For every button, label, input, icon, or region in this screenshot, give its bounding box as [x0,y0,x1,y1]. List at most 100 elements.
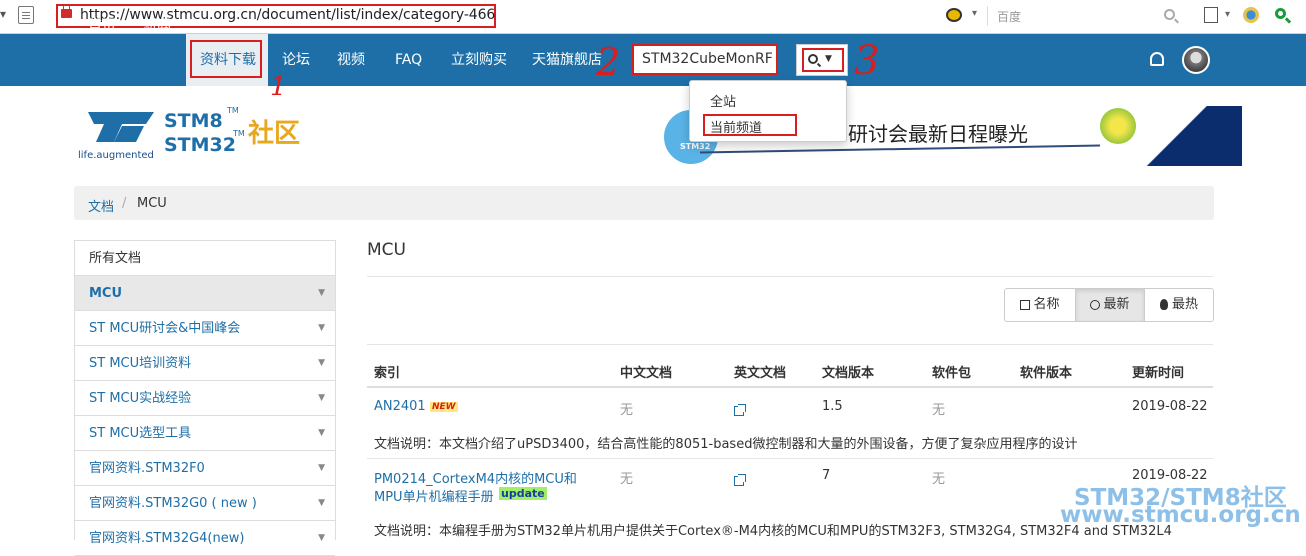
column-header-zh-doc: 中文文档 [620,366,673,381]
sort-label: 最新 [1103,297,1130,312]
caret-down-icon: ▼ [318,323,325,333]
breadcrumb [74,186,1214,220]
sidebar-item-label: ST MCU培训资料 [89,356,192,371]
watermark-line2: www.stmcu.org.cn [1060,502,1301,528]
sort-by-hot-button[interactable]: 最热 [1145,289,1213,321]
logo-stm8: STM8 [164,110,223,132]
sidebar-item-stm32f0[interactable]: 官网资料.STM32F0 ▼ [75,451,335,486]
sidebar-item-label: 官网资料.STM32F0 [89,461,205,476]
sidebar-item-all[interactable]: 所有文档 [75,241,335,276]
column-header-en-doc: 英文文档 [734,366,787,381]
nav-home[interactable]: 首页 [88,0,116,52]
doc-version: 1.5 [822,399,843,414]
zh-doc-value: 无 [620,403,634,418]
chevron-down-icon[interactable]: ▾ [972,8,977,19]
new-badge: NEW [430,402,458,412]
table-header [367,344,1213,388]
doc-version: 7 [822,468,831,483]
search-icon[interactable] [808,54,818,64]
bulb-icon [1100,108,1136,144]
nav-news[interactable]: 新闻 [143,0,171,52]
banner-st-logo [1142,106,1242,166]
external-link-icon[interactable] [734,474,746,486]
copy-icon [1020,299,1031,310]
search-scope-all[interactable]: 全站 [710,91,736,110]
sidebar-item-label: 官网资料.STM32G0 ( new ) [89,496,257,511]
search-green-icon[interactable] [1275,8,1286,19]
caret-down-icon: ▼ [318,498,325,508]
zh-doc-value: 无 [620,472,634,487]
doc-title-link[interactable]: PM0214_CortexM4内核的MCU和 [374,468,577,487]
sidebar-item-label: ST MCU选型工具 [89,426,192,441]
sort-by-name-button[interactable]: 名称 [1005,289,1075,321]
logo-community: 社区 [248,119,301,149]
search-icon[interactable] [1164,9,1175,20]
sidebar-item-selector[interactable]: ST MCU选型工具 ▼ [75,416,335,451]
logo-stm32: STM32 [164,134,236,156]
avatar[interactable] [1182,46,1210,74]
doc-title-link-cont[interactable]: MPU单片机编程手册 [374,486,494,505]
sidebar-item-label: ST MCU实战经验 [89,391,192,406]
column-header-updated: 更新时间 [1132,366,1185,381]
banner-text[interactable]: 研讨会最新日程曝光 [848,118,1028,147]
lock-icon[interactable] [61,4,72,18]
chevron-down-icon[interactable]: ▾ [0,7,6,21]
caret-down-icon: ▼ [318,463,325,473]
divider [367,276,1213,277]
clock-icon [1090,299,1101,310]
divider [367,458,1213,459]
bell-icon[interactable] [1150,52,1164,66]
breadcrumb-docs[interactable]: 文档 [88,196,114,215]
doc-description: 文档说明：本编程手册为STM32单片机用户提供关于Cortex®-M4内核的MC… [374,524,1172,539]
logo-tm: TM [227,106,239,115]
package-value: 无 [932,403,946,418]
external-link-icon[interactable] [734,404,746,416]
extension-globe-icon[interactable] [1243,7,1259,23]
search-engine-input[interactable]: 百度 [997,8,1021,25]
sidebar-item-stm32g0[interactable]: 官网资料.STM32G0 ( new ) ▼ [75,486,335,521]
annotation-1: 1 [270,72,287,102]
sidebar-item-experience[interactable]: ST MCU实战经验 ▼ [75,381,335,416]
extension-bee-icon[interactable] [946,8,962,22]
breadcrumb-current: MCU [137,196,167,211]
nav-buy[interactable]: 立刻购买 [451,34,507,86]
logo-tm: TM [233,129,245,138]
annotation-2: 2 [596,40,621,84]
nav-faq[interactable]: FAQ [395,34,422,86]
st-logo-icon [88,112,154,142]
category-sidebar: 所有文档 MCU ▼ ST MCU研讨会&中国峰会 ▼ ST MCU培训资料 ▼ ST… [74,240,336,556]
sort-by-latest-button[interactable]: 最新 [1076,289,1144,321]
column-header-version: 文档版本 [822,366,875,381]
column-header-sw-version: 软件版本 [1020,366,1073,381]
nav-tmall[interactable]: 天猫旗舰店 [532,34,602,86]
caret-down-icon: ▼ [318,288,325,298]
logo-tagline: life.augmented [78,150,154,161]
banner-badge-label: STM32 [680,142,711,151]
sidebar-item-label: 所有文档 [89,251,142,266]
column-header-index: 索引 [374,366,401,381]
sidebar-item-label: 官网资料.STM32G4(new) [89,531,245,546]
sort-button-group: 名称 最新 最热 [1004,288,1214,322]
package-value: 无 [932,472,946,487]
sidebar-item-label: ST MCU研讨会&中国峰会 [89,321,241,336]
updated-date: 2019-08-22 [1132,399,1208,414]
page-info-icon[interactable] [18,6,34,24]
sidebar-item-label: MCU [89,286,123,301]
column-header-package: 软件包 [932,366,972,381]
chevron-down-icon[interactable]: ▾ [1225,9,1230,20]
sidebar-item-seminar[interactable]: ST MCU研讨会&中国峰会 ▼ [75,311,335,346]
sort-label: 名称 [1033,297,1060,312]
nav-video[interactable]: 视频 [337,34,365,86]
sidebar-item-training[interactable]: ST MCU培训资料 ▼ [75,346,335,381]
doc-title-link[interactable]: AN2401 [374,399,426,414]
page-tools-icon[interactable] [1204,7,1218,23]
fire-icon [1159,299,1168,310]
caret-down-icon: ▼ [318,393,325,403]
sort-label: 最热 [1171,297,1198,312]
caret-down-icon: ▼ [318,358,325,368]
annotation-3: 3 [854,38,880,84]
sidebar-item-mcu[interactable]: MCU ▼ [75,276,335,311]
site-search-input[interactable]: STM32CubeMonRF [632,44,778,75]
sidebar-item-stm32g4[interactable]: 官网资料.STM32G4(new) ▼ [75,521,335,556]
caret-down-icon[interactable]: ▼ [825,54,832,64]
